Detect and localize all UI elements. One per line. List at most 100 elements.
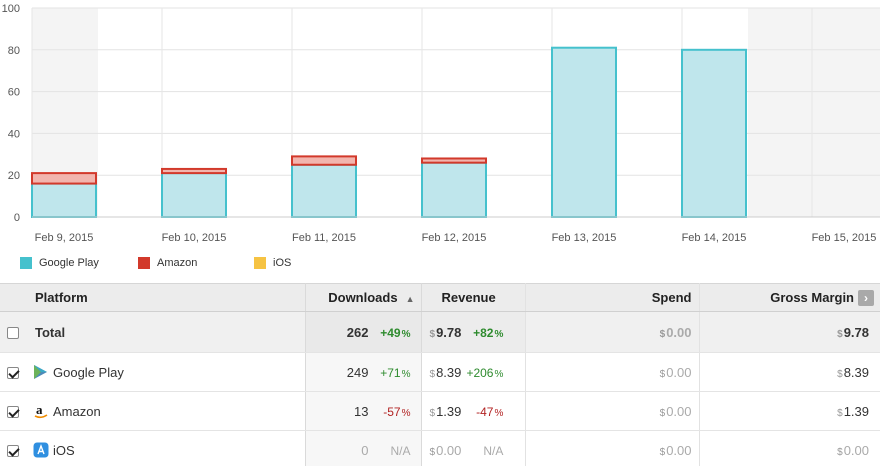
downloads-chart: 0 20 40 60 80 100 Feb 9, 2015 Feb 10, 2015 Feb 1… [2, 3, 880, 244]
currency-sign: $ [837, 328, 843, 340]
legend-swatch-google-play [20, 257, 32, 269]
percent-sign: % [494, 368, 504, 380]
header-spend[interactable]: Spend [525, 283, 700, 312]
total-downloads-change: +49% [373, 325, 411, 340]
y-tick-label: 40 [8, 128, 20, 140]
table-row-total: Total 262 +49% $9.78 +82% $0.00 $9.78 [0, 311, 880, 353]
total-checkbox[interactable] [7, 327, 19, 340]
legend-item-google-play[interactable]: Google Play [20, 257, 99, 269]
chevron-right-icon[interactable]: › [858, 290, 874, 306]
sort-icon[interactable]: ▲ [406, 294, 415, 304]
google-play-checkbox[interactable] [7, 367, 19, 380]
header-gross-margin[interactable]: Gross Margin › [699, 283, 880, 312]
spend-value: 0.00 [666, 364, 692, 380]
percent-sign: % [401, 328, 411, 340]
currency-sign: $ [837, 446, 843, 458]
table-row-ios: iOS 0 N/A $0.00 N/A $0.00 $0.00 [0, 430, 880, 466]
gross-margin-value: 1.39 [843, 403, 869, 419]
y-tick-label: 20 [8, 170, 20, 182]
table-row-amazon: a Amazon 13 -57% $1.39 -47% $0.00 $1.39 [0, 391, 880, 431]
percent-sign: % [401, 368, 411, 380]
total-revenue: 9.78 [436, 324, 462, 340]
spend-cell: $0.00 [525, 352, 700, 392]
bar-amazon [31, 172, 97, 185]
x-tick-label: Feb 15, 2015 [812, 232, 877, 244]
total-downloads-cell: 262 +49% [305, 311, 422, 353]
row-check-cell [0, 430, 26, 466]
total-spend-cell: $0.00 [525, 311, 700, 353]
gross-margin-value: 8.39 [843, 364, 869, 380]
total-gross-margin-cell: $9.78 [699, 311, 880, 353]
revenue-cell: $8.39 +206% [421, 352, 526, 392]
currency-sign: $ [837, 407, 843, 419]
y-tick-label: 80 [8, 45, 20, 57]
header-downloads-label: Downloads [328, 290, 398, 305]
header-check-cell [0, 283, 26, 312]
amazon-checkbox[interactable] [7, 406, 19, 419]
svg-text:a: a [36, 403, 43, 417]
bar-amazon [291, 155, 357, 166]
currency-sign: $ [659, 446, 666, 458]
x-tick-label: Feb 12, 2015 [422, 232, 487, 244]
total-label: Total [26, 311, 306, 353]
legend-item-amazon[interactable]: Amazon [138, 257, 197, 269]
platform-name: Google Play [53, 364, 124, 380]
gross-margin-cell: $1.39 [699, 391, 880, 431]
bar-google-play [291, 163, 357, 218]
gross-margin-value: 0.00 [843, 442, 869, 458]
table-header-row: Platform Downloads ▲ Revenue Spend Gross … [0, 283, 880, 312]
x-tick-label: Feb 14, 2015 [682, 232, 747, 244]
header-revenue-label: Revenue [441, 290, 496, 305]
change-value: -47 [476, 404, 494, 419]
revenue-change: -47% [465, 405, 503, 419]
downloads-value: 13 [354, 403, 369, 419]
bar-amazon [161, 167, 227, 175]
y-tick-label: 60 [8, 87, 20, 99]
downloads-value: 249 [346, 364, 369, 380]
percent-sign: % [494, 328, 504, 340]
google-play-icon [32, 364, 49, 381]
downloads-cell: 249 +71% [305, 352, 422, 392]
header-gross-margin-label: Gross Margin [770, 290, 854, 305]
spend-value: 0.00 [666, 403, 692, 419]
gross-margin-cell: $8.39 [699, 352, 880, 392]
bar-google-play [681, 48, 747, 218]
total-downloads: 262 [346, 324, 369, 340]
currency-sign: $ [659, 368, 666, 380]
revenue-change: N/A [483, 443, 504, 458]
legend-item-ios[interactable]: iOS [254, 257, 291, 269]
percent-sign: % [494, 407, 504, 419]
downloads-change: -57% [373, 405, 410, 419]
bar-amazon [421, 157, 487, 164]
platform-cell: iOS [26, 430, 306, 466]
currency-sign: $ [659, 407, 666, 419]
platform-table: Platform Downloads ▲ Revenue Spend Gross … [0, 283, 880, 466]
x-tick-label: Feb 11, 2015 [292, 232, 356, 244]
total-check-cell [0, 311, 26, 353]
legend-label: Amazon [157, 257, 198, 269]
revenue-value: 1.39 [436, 403, 462, 419]
downloads-cell: 0 N/A [305, 430, 422, 466]
header-downloads[interactable]: Downloads ▲ [305, 283, 422, 312]
currency-sign: $ [429, 328, 436, 340]
ios-checkbox[interactable] [7, 445, 19, 458]
bar-google-play [421, 161, 487, 219]
header-platform-label: Platform [35, 290, 88, 305]
spend-cell: $0.00 [525, 391, 700, 431]
bar-google-play [31, 182, 97, 218]
revenue-change: +206% [465, 366, 503, 380]
header-platform[interactable]: Platform [26, 283, 306, 312]
change-value: +71 [380, 365, 401, 380]
x-tick-label: Feb 13, 2015 [552, 232, 617, 244]
revenue-value: 8.39 [436, 364, 462, 380]
total-revenue-change: +82% [465, 326, 503, 340]
row-check-cell [0, 391, 26, 431]
platform-name: Amazon [53, 403, 101, 419]
downloads-value: 0 [361, 442, 369, 458]
spend-value: 0.00 [666, 442, 692, 458]
legend-label: Google Play [39, 257, 99, 269]
amazon-icon: a [32, 403, 49, 420]
table-row-google-play: Google Play 249 +71% $8.39 +206% $0.00 $8.… [0, 352, 880, 392]
header-revenue[interactable]: Revenue [421, 283, 526, 312]
change-value: +49 [380, 325, 401, 340]
